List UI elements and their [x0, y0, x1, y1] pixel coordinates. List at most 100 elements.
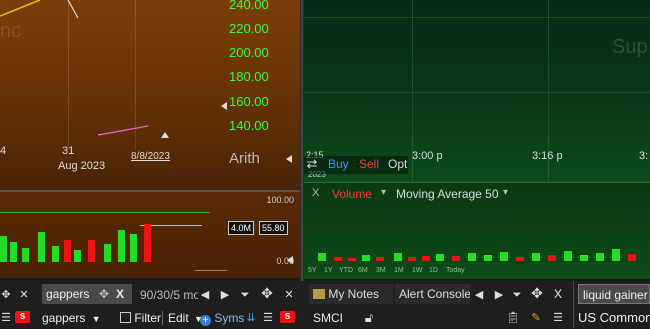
volume-bar: [362, 255, 370, 261]
volume-bar: [104, 244, 111, 262]
buy-button[interactable]: Buy: [328, 157, 349, 171]
lock-icon[interactable]: 🔓︎: [362, 311, 376, 325]
scroll-left-icon[interactable]: ◀: [474, 288, 484, 302]
price-tick: 140.00: [229, 118, 269, 133]
tab-list-icon[interactable]: ⏷: [240, 288, 250, 302]
clipboard-icon[interactable]: 📋︎: [506, 311, 520, 325]
tab-liquid-gainers[interactable]: liquid gainer: [578, 284, 650, 304]
date-marker-arrow-icon: [161, 132, 169, 138]
volume-bar: [484, 255, 492, 261]
period-today[interactable]: Today: [446, 267, 465, 274]
price-line-svg: [0, 0, 149, 136]
divider: [162, 311, 163, 325]
sort-down-icon[interactable]: ⇊: [246, 311, 256, 325]
move-window-icon[interactable]: ✥: [258, 286, 276, 300]
edit-label: Edit: [168, 311, 189, 325]
price-tick: 220.00: [229, 21, 269, 36]
edit-menu-button[interactable]: Edit ▼: [168, 308, 203, 328]
tab-alert-console[interactable]: Alert Console: [395, 284, 470, 304]
period-5y[interactable]: 5Y: [308, 267, 317, 274]
move-icon[interactable]: ✥: [0, 288, 12, 302]
move-window-icon[interactable]: ✥: [528, 286, 546, 300]
study-close-button[interactable]: X: [312, 187, 319, 199]
volume-bar: [516, 257, 524, 261]
period-3m[interactable]: 3M: [376, 267, 386, 274]
divider: [573, 281, 574, 328]
filter-checkbox[interactable]: Filter: [120, 308, 161, 328]
period-ytd[interactable]: YTD: [339, 267, 353, 274]
price-line-yellow: [0, 0, 41, 17]
scroll-right-icon[interactable]: ▶: [494, 288, 504, 302]
volume-bar: [348, 258, 356, 261]
notes-icon: [313, 289, 325, 299]
price-tick: 240.00: [229, 0, 269, 12]
period-1y[interactable]: 1Y: [324, 267, 333, 274]
left-volume-panel[interactable]: 100.00 0.00 4.0M 55.80: [0, 192, 300, 278]
volume-bar: [564, 251, 572, 261]
volume-bar: [118, 230, 125, 262]
opt-button[interactable]: Opt: [388, 157, 407, 171]
volume-bar: [612, 249, 620, 261]
close-button[interactable]: X: [554, 287, 562, 301]
study-ma-label[interactable]: Moving Average 50: [396, 187, 499, 201]
tab-list-icon[interactable]: ⏷: [512, 288, 522, 302]
study-volume-label[interactable]: Volume: [332, 187, 372, 201]
chevron-down-icon: ▼: [91, 314, 101, 324]
move-icon[interactable]: ✥: [99, 284, 109, 304]
study-ma-dropdown-icon[interactable]: ▾: [503, 187, 508, 198]
right-volume-panel[interactable]: X Volume ▾ Moving Average 50 ▾ 5Y 1Y YTD…: [304, 183, 650, 279]
syms-button[interactable]: + Syms: [200, 308, 244, 328]
price-line-pink: [97, 125, 149, 136]
close-icon[interactable]: ✕: [18, 288, 30, 302]
tab-alert-console-label: Alert Console: [399, 287, 470, 301]
scale-type-button[interactable]: Arith: [229, 150, 260, 167]
period-1d[interactable]: 1D: [429, 267, 438, 274]
x-label-day: 4: [0, 145, 7, 157]
scale-expand-arrow-icon[interactable]: [286, 155, 292, 163]
volume-axis-top: 100.00: [266, 195, 294, 205]
volume-bar: [88, 240, 95, 262]
volume-bar: [38, 232, 45, 262]
menu-icon[interactable]: ☰: [262, 311, 274, 325]
sell-button[interactable]: Sell: [359, 157, 379, 171]
volume-bar: [74, 250, 81, 262]
volume-value-box: 4.0M: [228, 221, 255, 235]
price-marker-arrow-icon: [221, 102, 227, 110]
symbol-label[interactable]: SMCI: [313, 308, 343, 328]
trade-buttons-bar: ⇄ Buy Sell Opt: [304, 156, 408, 174]
s-badge-icon[interactable]: S: [280, 311, 295, 323]
period-1m[interactable]: 1M: [394, 267, 404, 274]
tab-gappers[interactable]: gappers ✥ X: [42, 284, 132, 304]
period-1w[interactable]: 1W: [412, 267, 423, 274]
syms-label: Syms: [214, 311, 245, 325]
volume-bar: [436, 254, 444, 261]
s-badge-icon[interactable]: S: [15, 311, 30, 323]
volume-bar: [394, 253, 402, 261]
period-6m[interactable]: 6M: [358, 267, 368, 274]
volume-bar: [408, 257, 416, 261]
price-tick: 180.00: [229, 69, 269, 84]
menu-icon[interactable]: ☰: [0, 311, 12, 325]
tab-close-button[interactable]: X: [116, 284, 124, 304]
menu-icon[interactable]: ☰: [552, 311, 564, 325]
x-label-day: 31: [62, 145, 75, 157]
security-type-dropdown[interactable]: US Common: [578, 308, 650, 328]
volume-expand-arrow-icon[interactable]: [287, 256, 293, 264]
volume-bar: [500, 252, 508, 261]
scroll-left-icon[interactable]: ◀: [200, 288, 210, 302]
volume-bar: [628, 254, 636, 261]
scroll-right-icon[interactable]: ▶: [220, 288, 230, 302]
pencil-icon[interactable]: ✎: [530, 311, 542, 325]
study-volume-dropdown-icon[interactable]: ▾: [381, 187, 386, 198]
close-icon[interactable]: ✕: [283, 288, 295, 302]
watchlist-dropdown[interactable]: gappers ▼: [42, 308, 101, 328]
tab-my-notes[interactable]: My Notes: [309, 284, 393, 304]
right-intraday-chart[interactable]: Sup 3:00 p 3:16 p 3: 2:15 2023 ⇄ Buy Sel…: [304, 0, 650, 182]
volume-bar: [10, 242, 17, 262]
price-tick: 160.00: [229, 94, 269, 109]
tab-gappers-label: gappers: [46, 287, 90, 301]
left-price-chart[interactable]: nc 240.00 220.00 200.00 180.00 160.00 14…: [0, 0, 300, 190]
checkbox-icon: [120, 312, 131, 323]
swap-arrows-icon[interactable]: ⇄: [305, 156, 319, 172]
time-label: 3:00 p: [412, 150, 443, 162]
